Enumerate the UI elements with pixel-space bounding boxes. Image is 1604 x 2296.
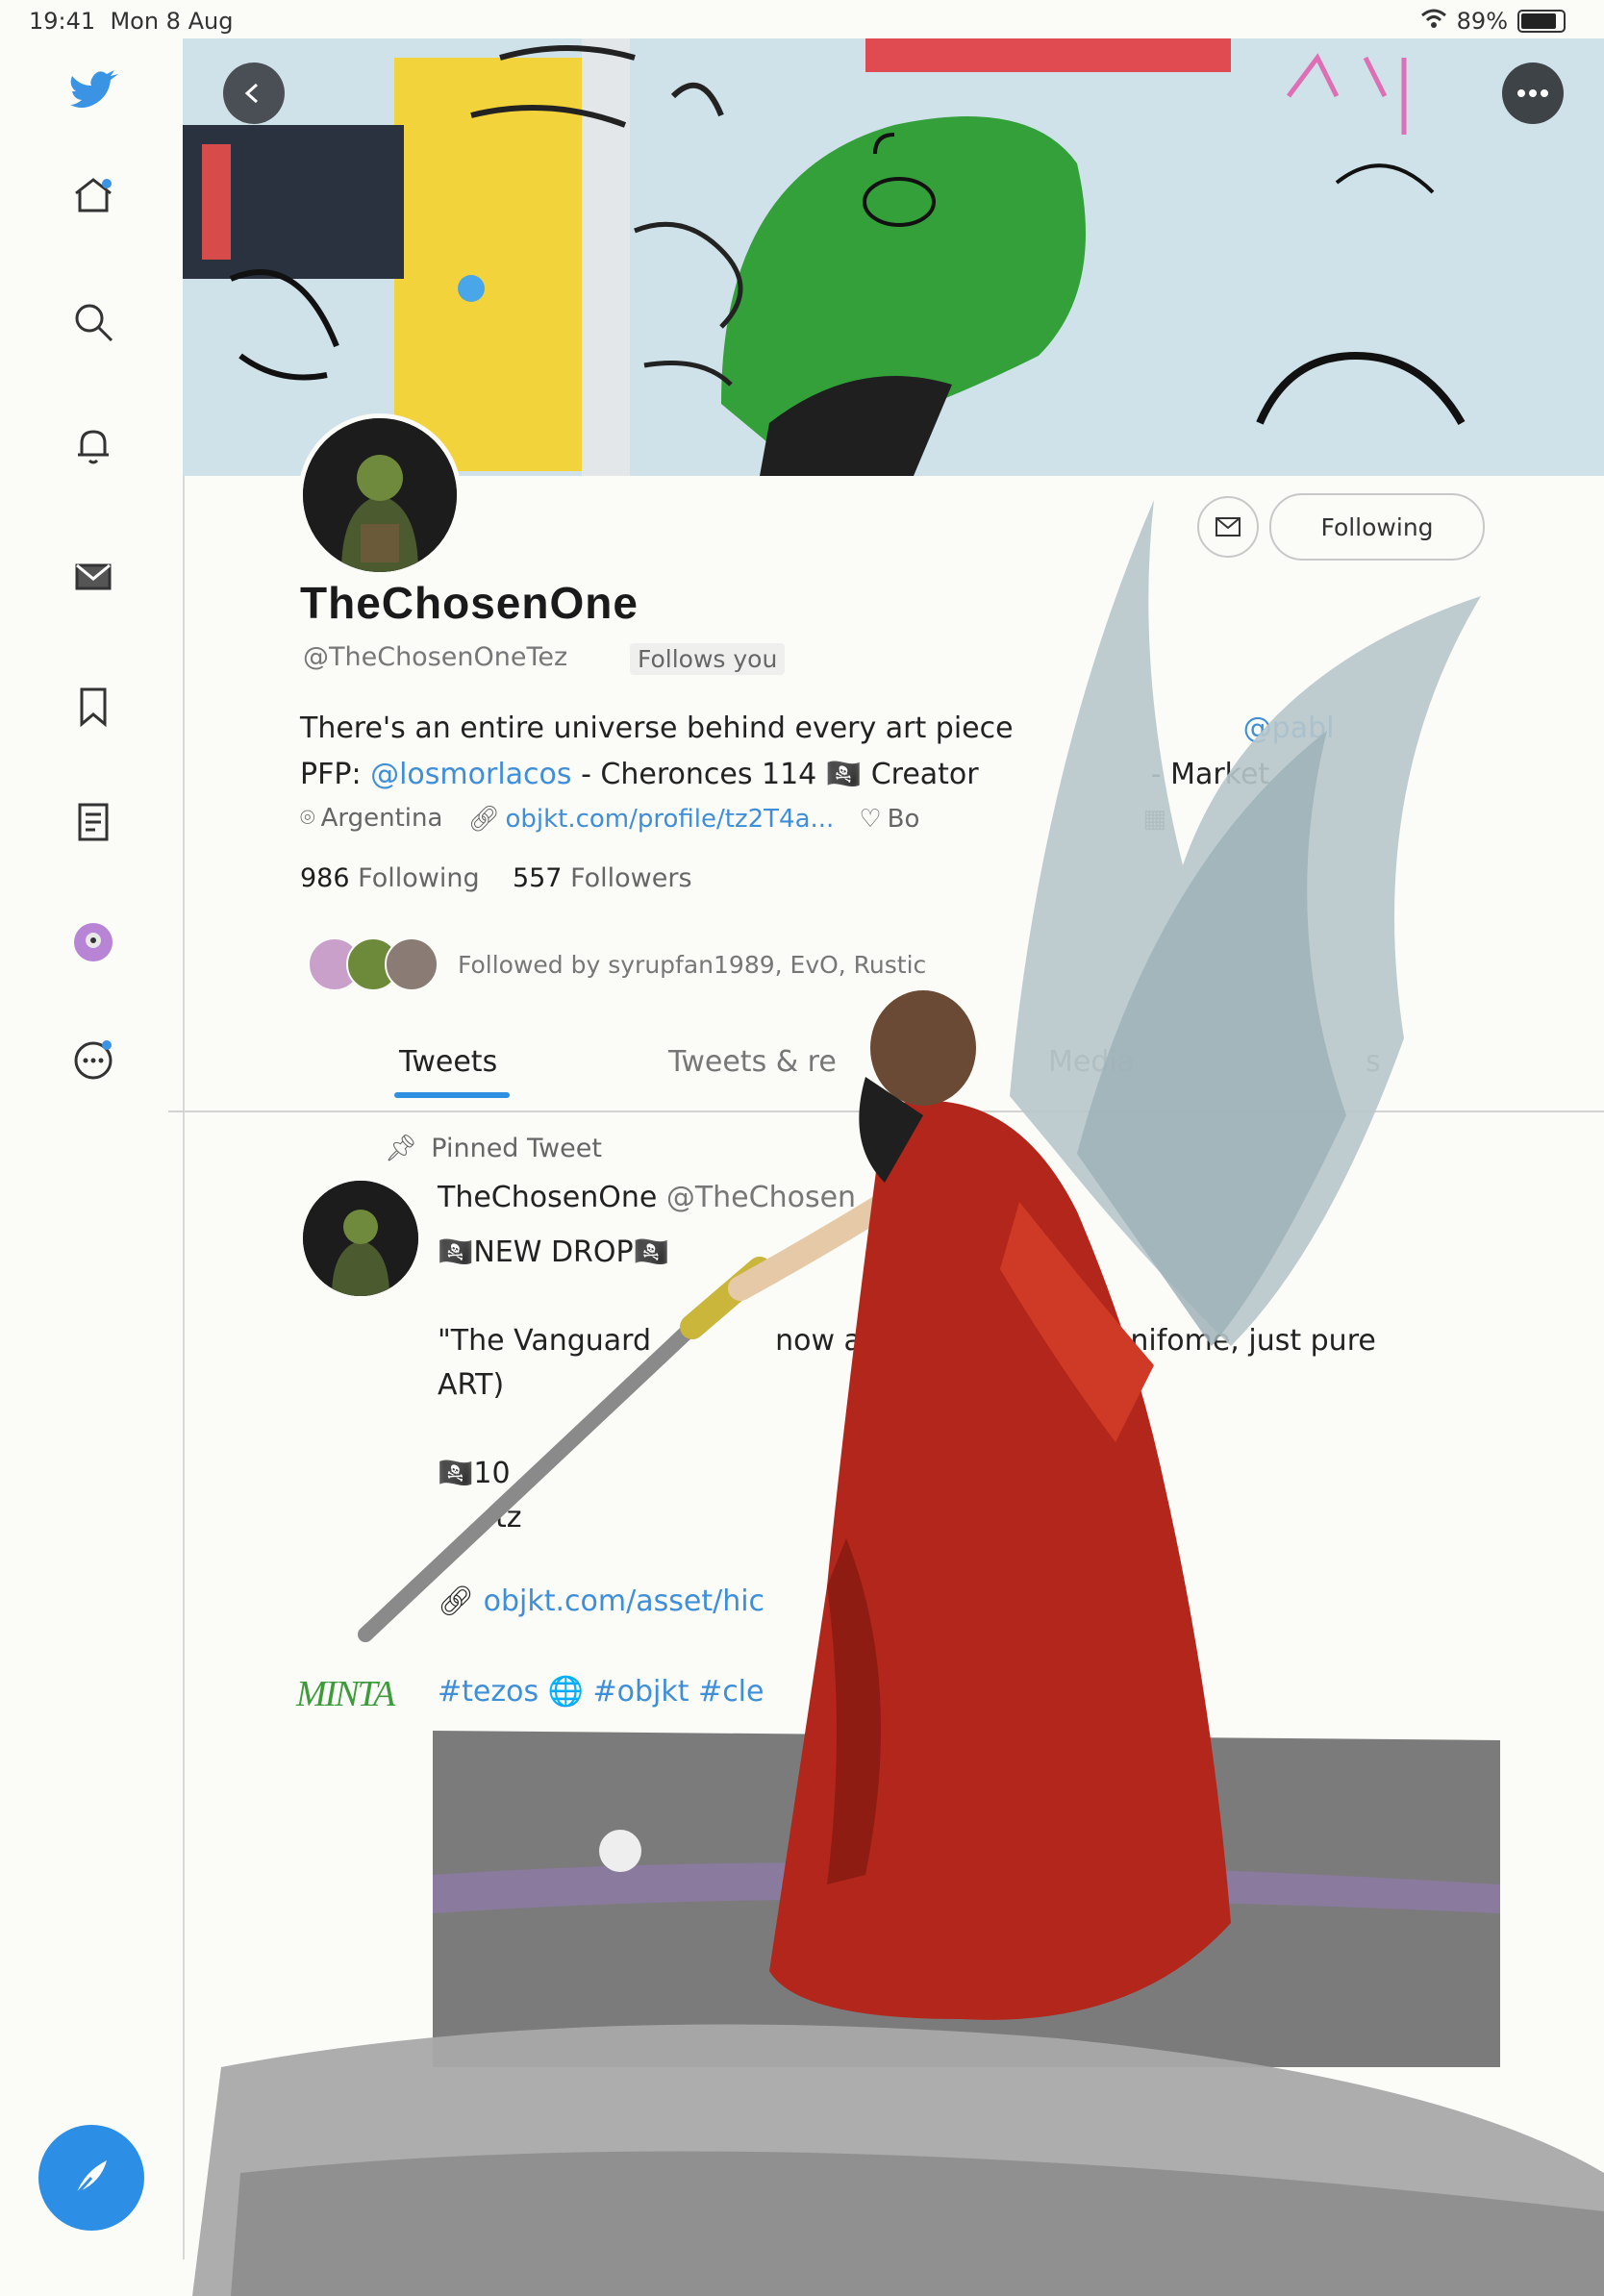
back-arrow-icon <box>244 83 259 104</box>
profile-meta: ⌾ Argentina 🔗︎ objkt.com/profile/tz2T4a...… <box>300 804 1166 834</box>
messages-icon[interactable] <box>60 543 127 611</box>
follow-counts: 986 Following 557 Followers <box>300 863 692 893</box>
home-icon[interactable] <box>60 162 127 229</box>
tweet-hashtags[interactable]: #tezos 🌐 #objkt #cle <box>438 1675 764 1709</box>
followers-count-label: Followers <box>570 863 692 893</box>
status-time: 19:41 <box>29 8 96 35</box>
profile-avatar[interactable] <box>298 413 462 577</box>
bio-pfp-label: PFP: <box>300 758 371 791</box>
bio-line-2: PFP: @losmorlacos - Cheronces 114 🏴‍☠️ C… <box>300 752 1334 798</box>
location-text: Argentina <box>320 804 443 833</box>
profile-handle: @TheChosenOneTez <box>303 642 568 672</box>
followers-count-link[interactable]: 557 Followers <box>513 863 692 893</box>
tweet-line-5: tz <box>495 1501 522 1535</box>
tweet-line-2: "The Vanguard now avail denifome, just p… <box>438 1319 1376 1363</box>
followed-by-text: Followed by syrupfan1989, EvO, Rustic <box>458 950 927 979</box>
born-item: ♡ Bo <box>859 805 919 834</box>
tabs-divider <box>168 1111 1604 1112</box>
more-icon[interactable] <box>60 1027 127 1094</box>
follows-you-badge: Follows you <box>630 643 786 675</box>
message-button[interactable] <box>1197 496 1259 558</box>
tab-tweets[interactable]: Tweets <box>399 1045 497 1079</box>
tweet-link-row[interactable]: 🔗︎ objkt.com/asset/hic <box>438 1585 764 1618</box>
tweet-author-handle: @TheChosen <box>665 1181 857 1214</box>
tweet-author-avatar[interactable] <box>303 1181 418 1296</box>
battery-level <box>1521 13 1556 29</box>
tweet-line-3: ART) <box>438 1368 505 1402</box>
website-link[interactable]: objkt.com/profile/tz2T4a... <box>505 805 834 834</box>
pinned-tweet-label: 📌︎ Pinned Tweet <box>385 1133 602 1164</box>
tab-likes[interactable]: s <box>1366 1045 1381 1079</box>
profile-bio: There's an entire universe behind every … <box>300 706 1334 798</box>
bio-pfp-mention-link[interactable]: @losmorlacos <box>370 758 571 791</box>
tweet-body: 🏴‍☠️NEW DROP🏴‍☠️ "The Vanguard now avail… <box>438 1231 1376 1540</box>
search-icon[interactable] <box>60 288 127 356</box>
tweet-line-2b: now avail <box>775 1324 913 1358</box>
mail-icon <box>1216 517 1241 537</box>
following-count: 986 <box>300 863 350 893</box>
link-icon: 🔗︎ <box>438 1585 475 1618</box>
compose-feather-icon[interactable] <box>38 2125 144 2231</box>
tab-media[interactable]: Media <box>1048 1045 1135 1079</box>
tweet-line-2c: denifome, just pure <box>1093 1324 1376 1358</box>
status-time-date: 19:41 Mon 8 Aug <box>29 8 233 35</box>
more-options-button[interactable] <box>1502 62 1564 124</box>
tweet-link[interactable]: objkt.com/asset/hic <box>484 1585 764 1618</box>
tweet-line-2a: "The Vanguard <box>438 1324 652 1358</box>
tweet-author-name: TheChosenOne <box>438 1181 658 1214</box>
calendar-icon: ▦ <box>1142 804 1166 834</box>
followed-by-avatars <box>308 937 439 991</box>
profile-banner[interactable] <box>183 38 1604 476</box>
ellipsis-icon <box>1517 89 1548 97</box>
battery-icon <box>1517 10 1566 33</box>
notifications-bell-icon[interactable] <box>60 412 127 479</box>
profile-display-name: TheChosenOne <box>300 578 639 628</box>
bio-line-2-tail: - Market <box>1150 758 1270 791</box>
bio-line-2-text: - Cheronces 114 🏴‍☠️ Creator <box>571 758 979 791</box>
twitter-bird-icon[interactable] <box>60 58 127 125</box>
following-count-label: Following <box>358 863 480 893</box>
location-pin-icon: ⌾ <box>300 804 315 833</box>
follower-avatar <box>385 937 439 991</box>
active-tab-indicator <box>394 1092 510 1098</box>
following-count-link[interactable]: 986 Following <box>300 863 480 893</box>
back-button[interactable] <box>223 62 285 124</box>
profile-avatar-icon[interactable] <box>60 909 127 976</box>
link-icon: 🔗︎ <box>467 804 500 834</box>
bio-line-1-text: There's an entire universe behind every … <box>300 711 1014 745</box>
balloon-icon: ♡ <box>859 804 882 834</box>
lists-icon[interactable] <box>60 788 127 856</box>
followers-count: 557 <box>512 863 563 893</box>
bio-line-1: There's an entire universe behind every … <box>300 706 1334 752</box>
status-indicators: 89% <box>1420 8 1566 35</box>
status-date: Mon 8 Aug <box>110 8 234 35</box>
followed-by-row[interactable]: Followed by syrupfan1989, EvO, Rustic <box>308 937 926 991</box>
artist-signature: MINTA <box>296 1674 395 1714</box>
tab-tweets-and-replies[interactable]: Tweets & re <box>668 1045 837 1079</box>
pin-icon: 📌︎ <box>385 1134 418 1163</box>
tweet-header[interactable]: TheChosenOne @TheChosen <box>438 1181 856 1214</box>
battery-percent: 89% <box>1456 8 1508 35</box>
pinned-label-text: Pinned Tweet <box>431 1133 602 1163</box>
born-text: Bo <box>887 804 920 834</box>
bookmark-icon[interactable] <box>60 673 127 740</box>
following-button[interactable]: Following <box>1269 493 1485 561</box>
bio-mention-link[interactable]: @pabl <box>1243 711 1335 745</box>
location-item: ⌾ Argentina <box>300 804 442 834</box>
tweet-line-4: 🏴‍☠️10 <box>438 1457 511 1490</box>
tweet-line-1: 🏴‍☠️NEW DROP🏴‍☠️ <box>438 1235 669 1269</box>
website-item[interactable]: 🔗︎ objkt.com/profile/tz2T4a... <box>467 805 834 834</box>
wifi-icon <box>1420 8 1447 35</box>
